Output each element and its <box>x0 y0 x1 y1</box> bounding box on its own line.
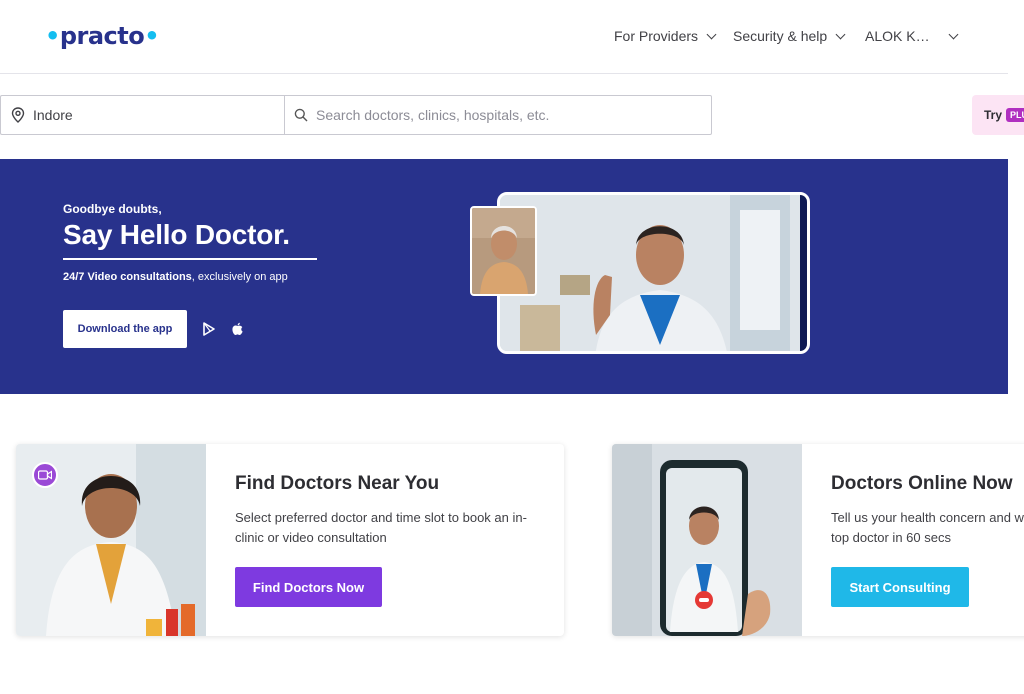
try-label: Try <box>984 108 1003 122</box>
location-input[interactable]: Indore <box>0 95 285 135</box>
find-doctors-description: Select preferred doctor and time slot to… <box>235 510 527 545</box>
find-doctors-now-button[interactable]: Find Doctors Now <box>235 567 382 607</box>
logo-word: practo <box>59 22 145 50</box>
try-plus-button[interactable]: Try PLU <box>972 95 1024 135</box>
find-doctors-title: Find Doctors Near You <box>235 473 440 494</box>
banner-title: Say Hello Doctor. <box>63 219 290 250</box>
nav-user-name: ALOK K… <box>865 28 930 44</box>
video-camera-icon <box>32 462 58 488</box>
doctors-online-description: Tell us your health concern and we will … <box>831 510 1024 545</box>
patient-image <box>472 208 535 294</box>
nav-security-help-label: Security & help <box>733 28 828 44</box>
hero-banner: Goodbye doubts, Say Hello Doctor. 24/7 V… <box>0 159 1008 394</box>
banner-description: 24/7 Video consultations, exclusively on… <box>63 271 288 283</box>
banner-subtitle: Goodbye doubts, <box>63 202 162 216</box>
search-input[interactable]: Search doctors, clinics, hospitals, etc. <box>284 95 712 135</box>
doctors-online-card: Doctors Online Now Tell us your health c… <box>612 444 1024 636</box>
doctors-online-title: Doctors Online Now <box>831 473 1013 494</box>
download-app-button[interactable]: Download the app <box>63 310 187 348</box>
location-value: Indore <box>33 107 73 123</box>
chevron-down-icon <box>706 29 717 39</box>
nav-user-menu[interactable]: ALOK K… <box>865 28 959 44</box>
search-icon <box>294 108 308 122</box>
doctor-video-image <box>500 195 807 351</box>
find-doctors-card: Find Doctors Near You Select preferred d… <box>16 444 564 636</box>
chevron-down-icon <box>835 29 846 39</box>
logo-dot-right: • <box>144 22 160 50</box>
top-navbar: •practo• For Providers Security & help A… <box>0 0 1008 74</box>
phone-doctor-image <box>612 444 802 636</box>
plus-badge: PLU <box>1006 108 1024 122</box>
location-pin-icon <box>11 107 25 123</box>
doctor-photo <box>16 444 206 636</box>
chevron-down-icon <box>948 29 959 39</box>
phone-video-photo <box>612 444 802 636</box>
google-play-icon[interactable] <box>202 322 216 336</box>
practo-logo[interactable]: •practo• <box>45 22 160 50</box>
banner-desc-bold: 24/7 Video consultations <box>63 271 192 283</box>
video-call-illustration <box>497 192 810 354</box>
start-consulting-button[interactable]: Start Consulting <box>831 567 969 607</box>
banner-desc-rest: , exclusively on app <box>191 271 288 283</box>
patient-video-thumbnail <box>470 206 537 296</box>
nav-security-help[interactable]: Security & help <box>733 28 846 44</box>
search-placeholder: Search doctors, clinics, hospitals, etc. <box>316 107 550 123</box>
logo-dot-left: • <box>45 22 60 50</box>
nav-for-providers-label: For Providers <box>614 28 699 44</box>
nav-for-providers[interactable]: For Providers <box>614 28 717 44</box>
apple-icon[interactable] <box>231 322 244 336</box>
banner-underline <box>63 258 317 260</box>
